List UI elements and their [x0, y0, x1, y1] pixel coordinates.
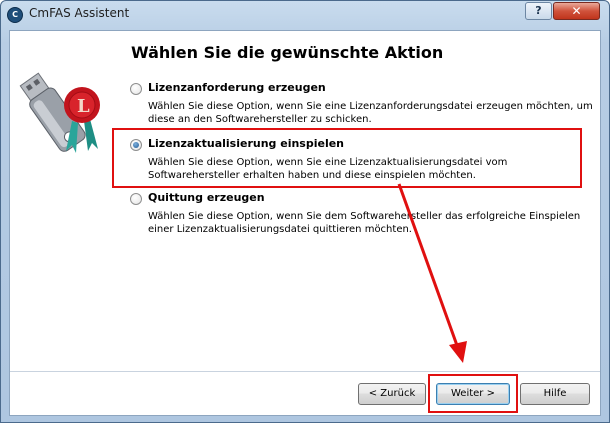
- divider: [10, 371, 600, 372]
- title-bar[interactable]: C CmFAS Assistent ? ✕: [1, 1, 609, 29]
- radio-quittung[interactable]: [130, 193, 142, 205]
- help-button[interactable]: Hilfe: [520, 383, 590, 405]
- wizard-content: Wählen Sie die gewünschte Aktion L Lizen…: [9, 30, 601, 416]
- wizard-window: C CmFAS Assistent ? ✕ Wählen Sie die gew…: [0, 0, 610, 423]
- option-description: Wählen Sie diese Option, wenn Sie eine L…: [148, 101, 593, 125]
- page-title: Wählen Sie die gewünschte Aktion: [131, 43, 444, 62]
- titlebar-help-button[interactable]: ?: [525, 2, 552, 20]
- svg-text:L: L: [77, 96, 90, 117]
- radio-lizenzanforderung[interactable]: [130, 83, 142, 95]
- window-title: CmFAS Assistent: [29, 6, 130, 20]
- annotation-button-box: [428, 374, 518, 413]
- annotation-highlight-box: [112, 128, 582, 188]
- back-button[interactable]: < Zurück: [358, 383, 426, 405]
- usb-dongle-logo-icon: L: [19, 72, 100, 153]
- option-label[interactable]: Quittung erzeugen: [148, 191, 265, 204]
- option-description: Wählen Sie diese Option, wenn Sie dem So…: [148, 211, 581, 235]
- option-label[interactable]: Lizenzanforderung erzeugen: [148, 81, 326, 94]
- close-button[interactable]: ✕: [553, 2, 600, 20]
- app-icon: C: [7, 7, 23, 23]
